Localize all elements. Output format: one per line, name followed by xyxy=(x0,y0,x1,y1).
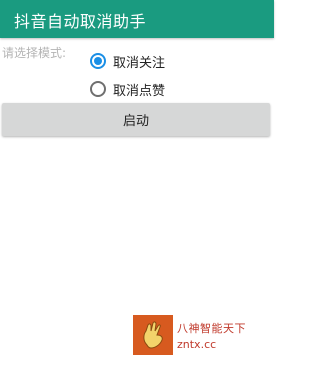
start-button[interactable]: 启动 xyxy=(2,103,270,136)
watermark-text: 八神智能天下 zntx.cc xyxy=(177,320,246,351)
mode-prompt-label: 请选择模式: xyxy=(2,46,67,60)
app-screen: 抖音自动取消助手 请选择模式: 取消关注 取消点赞 启动 八神智能天下 zntx… xyxy=(0,0,274,367)
page-title: 抖音自动取消助手 xyxy=(14,12,147,31)
radio-label-unlike: 取消点赞 xyxy=(113,83,166,99)
radio-unchecked-icon[interactable] xyxy=(90,81,106,97)
hand-logo-icon xyxy=(133,315,173,355)
start-button-label: 启动 xyxy=(122,114,149,129)
radio-label-unfollow: 取消关注 xyxy=(113,55,166,71)
radio-checked-icon[interactable] xyxy=(90,53,106,69)
mode-radio-group: 取消关注 取消点赞 xyxy=(89,47,165,103)
radio-option-unfollow[interactable]: 取消关注 xyxy=(89,47,165,75)
watermark-domain: zntx.cc xyxy=(177,337,217,351)
app-toolbar: 抖音自动取消助手 xyxy=(0,0,274,38)
watermark: 八神智能天下 zntx.cc xyxy=(133,315,274,355)
radio-option-unlike[interactable]: 取消点赞 xyxy=(89,75,165,103)
watermark-brand: 八神智能天下 xyxy=(177,321,246,335)
